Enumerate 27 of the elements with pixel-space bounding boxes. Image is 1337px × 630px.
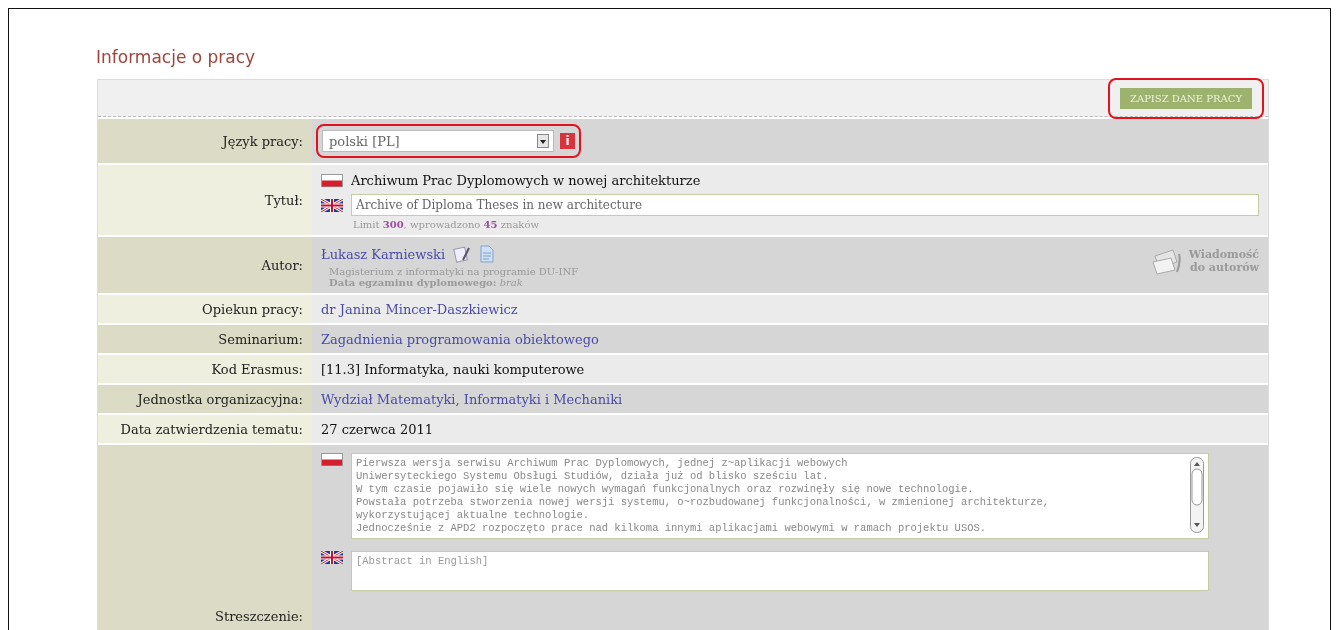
author-link[interactable]: Łukasz Karniewski bbox=[321, 246, 446, 262]
field-label: Data zatwierdzenia tematu: bbox=[120, 421, 303, 437]
character-counter: Limit 300, wprowadzono 45 znaków bbox=[353, 219, 540, 230]
flag-icon bbox=[321, 198, 343, 212]
flag-icon bbox=[321, 551, 343, 564]
document-icon[interactable] bbox=[479, 245, 496, 263]
info-icon[interactable]: i bbox=[560, 133, 575, 149]
field-value: [11.3] Informatyka, nauki komputerowe bbox=[321, 361, 586, 377]
field-label: Seminarium: bbox=[218, 331, 303, 347]
field-label: Opiekun pracy: bbox=[202, 301, 303, 317]
field-label: Autor: bbox=[261, 257, 303, 273]
abstract-textarea[interactable]: [Abstract in English] bbox=[351, 551, 1209, 591]
flag-icon bbox=[321, 453, 343, 466]
field-value: 27 czerwca 2011 bbox=[321, 421, 435, 437]
notepad-pen-icon[interactable] bbox=[453, 245, 472, 263]
flag-icon bbox=[321, 174, 343, 187]
section-heading: Informacje o pracy bbox=[96, 47, 257, 67]
language-select[interactable]: polski [PL] bbox=[322, 130, 554, 152]
title-text: Archiwum Prac Dyplomowych w nowej architekturze bbox=[351, 173, 701, 188]
field-label: Tytuł: bbox=[264, 192, 303, 208]
field-label: Streszczenie: bbox=[215, 609, 303, 624]
field-label: Język pracy: bbox=[222, 133, 303, 149]
field-label: Kod Erasmus: bbox=[211, 361, 303, 377]
scrollbar-icon[interactable] bbox=[1190, 457, 1204, 533]
field-label: Jednostka organizacyjna: bbox=[137, 391, 303, 407]
title-input[interactable]: Archive of Diploma Theses in new architecture bbox=[351, 194, 1259, 216]
abstract-textarea[interactable]: Pierwsza wersja serwisu Archiwum Prac Dyplomowych, jednej z~aplikacji webowych Uniwersyteckiego Systemu Obsługi Studiów, działa już od blisko sześciu lat. W tym czasie pojawiło się wiele nowych wymagań funkcjonalnych oraz rozwinęły się nowe technologie. Powstała potrzeba stworzenia nowej wersji systemu, o~rozbudowanej funkcjonalności, w zmienionej architekturze, wykorzystującej aktualne technologie. Jednocześnie z APD2 rozpoczęto prace nad kilkoma innymi aplikacjami webowymi w ramach projektu USOS. bbox=[351, 453, 1209, 539]
